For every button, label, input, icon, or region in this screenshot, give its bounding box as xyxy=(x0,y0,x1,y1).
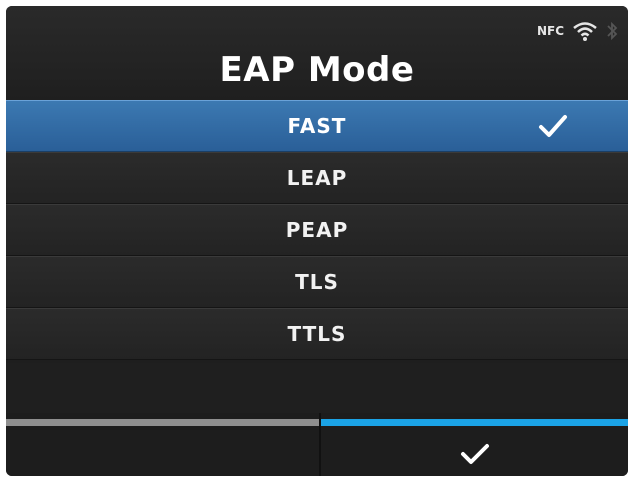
list-item-label: LEAP xyxy=(286,166,348,190)
checkmark-icon xyxy=(460,444,489,464)
printer-display: NFC EAP Mode FAST LEAP PEAP TLS TTLS xyxy=(6,6,628,476)
list-item-tls[interactable]: TLS xyxy=(6,256,628,308)
list-item-ttls[interactable]: TTLS xyxy=(6,308,628,360)
list-item-label: PEAP xyxy=(285,218,349,242)
selected-check-icon xyxy=(539,115,567,137)
wifi-icon xyxy=(572,20,598,42)
list-item-label: TLS xyxy=(295,270,339,294)
page-title: EAP Mode xyxy=(219,50,415,90)
softkey-bar xyxy=(6,413,628,476)
back-button-indicator xyxy=(6,419,319,426)
list-item-leap[interactable]: LEAP xyxy=(6,152,628,204)
nfc-icon: NFC xyxy=(536,24,564,38)
list-item-peap[interactable]: PEAP xyxy=(6,204,628,256)
bluetooth-icon xyxy=(606,20,618,42)
confirm-button-indicator xyxy=(321,419,628,426)
eap-mode-list: FAST LEAP PEAP TLS TTLS xyxy=(6,100,628,360)
list-item-label: TTLS xyxy=(287,322,347,346)
back-button[interactable] xyxy=(6,413,319,476)
status-icons: NFC xyxy=(537,18,618,44)
list-empty-space xyxy=(6,363,628,413)
list-item-label: FAST xyxy=(287,114,347,138)
list-item-fast[interactable]: FAST xyxy=(6,100,628,152)
header: NFC EAP Mode xyxy=(6,6,628,100)
confirm-button[interactable] xyxy=(321,413,628,476)
